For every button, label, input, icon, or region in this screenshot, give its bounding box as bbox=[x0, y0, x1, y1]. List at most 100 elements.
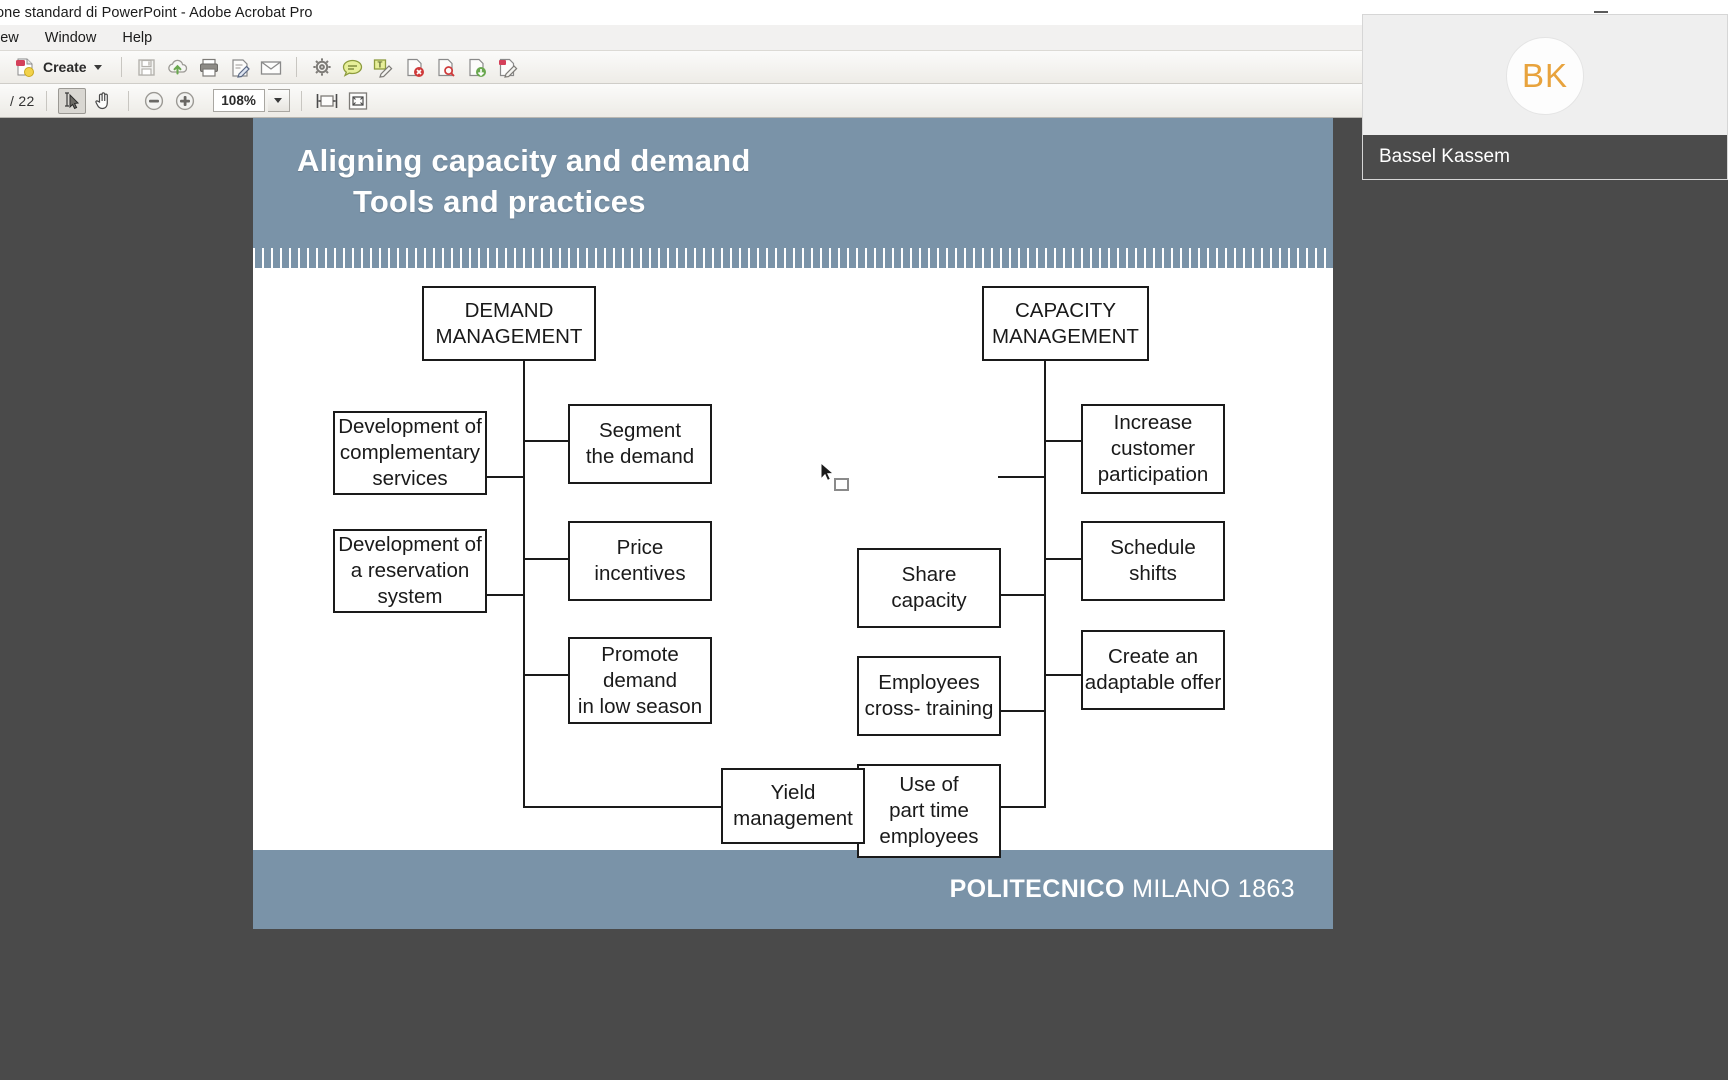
box-create-adaptable-offer[interactable]: Create an adaptable offer bbox=[1081, 630, 1225, 710]
app-root: one standard di PowerPoint - Adobe Acrob… bbox=[0, 0, 1728, 1080]
create-button-label: Create bbox=[43, 59, 87, 75]
settings-gear-icon bbox=[312, 58, 331, 76]
zoom-out-icon bbox=[144, 91, 163, 110]
edit-pdf-button[interactable] bbox=[494, 54, 522, 80]
page-indicator: / 22 bbox=[10, 92, 35, 109]
fit-width-button[interactable] bbox=[313, 88, 341, 114]
fit-width-icon bbox=[316, 93, 337, 108]
connector-capacity-schedule bbox=[1044, 558, 1083, 560]
cloud-upload-icon bbox=[168, 59, 188, 75]
tick-marks bbox=[253, 248, 1333, 268]
search-page-icon bbox=[437, 58, 455, 77]
comment-icon bbox=[342, 59, 363, 77]
delete-page-icon bbox=[406, 58, 424, 77]
box-segment-the-demand[interactable]: Segment the demand bbox=[568, 404, 712, 484]
fit-page-icon bbox=[348, 91, 367, 110]
toolbar-separator bbox=[120, 57, 122, 77]
comment-button[interactable] bbox=[339, 54, 367, 80]
logo-milano-1863: MILANO 1863 bbox=[1124, 875, 1295, 903]
sign-icon bbox=[231, 58, 250, 78]
box-promote-demand-low-season[interactable]: Promote demand in low season bbox=[568, 637, 712, 724]
connector-share-stem bbox=[998, 476, 1046, 478]
zoom-in-icon bbox=[175, 91, 194, 110]
text-edit-button[interactable]: T bbox=[370, 54, 398, 80]
box-yield-management[interactable]: Yield management bbox=[721, 768, 865, 844]
zoom-level-input[interactable]: 108% bbox=[212, 89, 265, 112]
fit-page-button[interactable] bbox=[344, 88, 372, 114]
box-demand-management[interactable]: DEMAND MANAGEMENT bbox=[422, 286, 596, 361]
sign-button[interactable] bbox=[226, 54, 254, 80]
chevron-down-icon bbox=[93, 64, 102, 70]
connector-capacity-stem bbox=[1044, 360, 1046, 808]
toolbar-separator bbox=[45, 90, 47, 111]
box-price-incentives[interactable]: Price incentives bbox=[568, 521, 712, 601]
email-icon bbox=[260, 60, 281, 75]
avatar: BK bbox=[1506, 37, 1584, 115]
slide-header: Aligning capacity and demand Tools and p… bbox=[253, 118, 1333, 248]
slide-body: DEMAND MANAGEMENT Development of complemen… bbox=[253, 268, 1333, 858]
connector-complementary-stem bbox=[487, 476, 525, 478]
capacity-demand-diagram: DEMAND MANAGEMENT Development of complemen… bbox=[253, 268, 1333, 858]
menu-item-window[interactable]: Window bbox=[32, 28, 110, 48]
select-tool-button[interactable] bbox=[57, 87, 86, 114]
connector-demand-segment bbox=[523, 440, 571, 442]
connector-demand-price bbox=[523, 558, 571, 560]
hand-tool-button[interactable] bbox=[89, 88, 117, 114]
zoom-in-button[interactable] bbox=[171, 88, 199, 114]
box-part-time-employees[interactable]: Use of part time employees bbox=[857, 764, 1001, 858]
slide-title-line2: Tools and practices bbox=[353, 184, 646, 219]
connector-capacity-adaptable bbox=[1044, 674, 1083, 676]
connector-demand-stem bbox=[523, 360, 525, 808]
hand-icon bbox=[94, 91, 108, 109]
participant-name: Bassel Kassem bbox=[1379, 146, 1510, 167]
box-increase-customer-participation[interactable]: Increase customer participation bbox=[1081, 404, 1225, 494]
box-employees-cross-training[interactable]: Employees cross- training bbox=[857, 656, 1001, 736]
connector-reservation-stem bbox=[487, 594, 525, 596]
edit-pdf-icon bbox=[498, 58, 518, 78]
slide-title-line1: Aligning capacity and demand bbox=[297, 143, 751, 178]
connector-demand-yield bbox=[523, 806, 721, 808]
menu-item-view[interactable]: iew bbox=[0, 28, 32, 48]
logo-politecnico: POLITECNICO bbox=[949, 875, 1125, 903]
export-page-button[interactable] bbox=[463, 54, 491, 80]
settings-button[interactable] bbox=[308, 54, 336, 80]
video-participant-panel[interactable]: BK Bassel Kassem bbox=[1362, 14, 1728, 180]
cloud-upload-button[interactable] bbox=[164, 54, 192, 80]
print-icon bbox=[199, 58, 218, 77]
box-development-complementary-services[interactable]: Development of complementary services bbox=[333, 411, 487, 495]
connector-crosstraining-stem bbox=[998, 594, 1046, 596]
connector-demand-promote bbox=[523, 674, 571, 676]
box-schedule-shifts[interactable]: Schedule shifts bbox=[1081, 521, 1225, 601]
print-button[interactable] bbox=[195, 54, 223, 80]
toolbar-separator bbox=[300, 90, 302, 111]
slide-title: Aligning capacity and demand Tools and p… bbox=[297, 140, 750, 222]
pdf-page[interactable]: Aligning capacity and demand Tools and p… bbox=[253, 118, 1333, 929]
box-development-reservation-system[interactable]: Development of a reservation system bbox=[333, 529, 487, 613]
toolbar-separator bbox=[127, 90, 129, 111]
chevron-down-icon bbox=[274, 98, 283, 103]
box-capacity-management[interactable]: CAPACITY MANAGEMENT bbox=[982, 286, 1149, 361]
menu-item-help[interactable]: Help bbox=[109, 28, 165, 48]
connector-parttime-stem bbox=[998, 710, 1046, 712]
delete-page-button[interactable] bbox=[401, 54, 429, 80]
toolbar-separator bbox=[295, 57, 297, 77]
zoom-dropdown-button[interactable] bbox=[267, 89, 290, 112]
create-pdf-icon bbox=[16, 58, 34, 77]
svg-text:T: T bbox=[378, 60, 383, 69]
email-button[interactable] bbox=[257, 54, 285, 80]
create-button[interactable]: Create bbox=[10, 54, 110, 80]
decorative-tick-band bbox=[253, 248, 1333, 268]
connector-capacity-increase bbox=[1044, 440, 1083, 442]
politecnico-logo: POLITECNICO MILANO 1863 bbox=[950, 875, 1295, 904]
export-page-icon bbox=[468, 58, 486, 77]
slide-footer: POLITECNICO MILANO 1863 bbox=[253, 850, 1333, 929]
zoom-out-button[interactable] bbox=[140, 88, 168, 114]
window-title: one standard di PowerPoint - Adobe Acrob… bbox=[0, 4, 313, 21]
video-stage: BK bbox=[1363, 15, 1727, 137]
save-button[interactable] bbox=[133, 54, 161, 80]
box-share-capacity[interactable]: Share capacity bbox=[857, 548, 1001, 628]
text-edit-icon: T bbox=[373, 58, 393, 78]
save-icon bbox=[138, 58, 155, 76]
search-page-button[interactable] bbox=[432, 54, 460, 80]
video-name-bar: Bassel Kassem bbox=[1363, 135, 1727, 179]
